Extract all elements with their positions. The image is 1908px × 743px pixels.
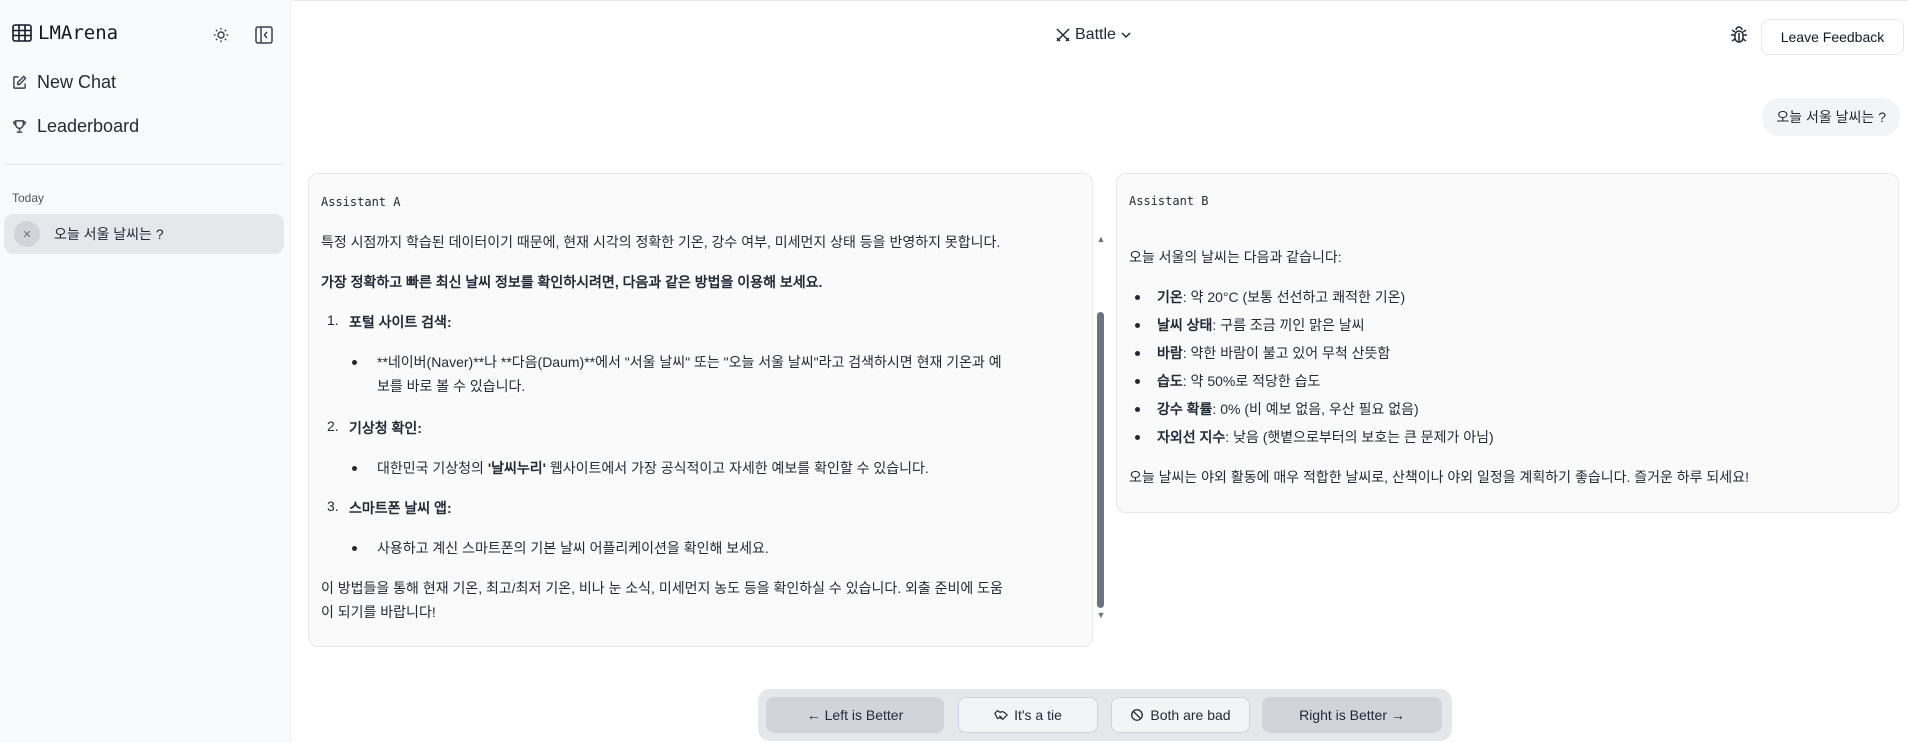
collapse-sidebar-button[interactable] (251, 22, 277, 48)
bullet (352, 546, 357, 551)
assistant-b-card: Assistant B 오늘 서울의 날씨는 다음과 같습니다: 기온: 약 2… (1116, 173, 1899, 513)
app-name: LMArena (38, 22, 119, 44)
chat-history-label: 오늘 서울 날씨는 ? (54, 226, 164, 242)
trophy-icon (13, 120, 26, 133)
vote-bar: ← Left is Better It's a tie Both are bad… (758, 689, 1452, 741)
both-bad-label: Both are bad (1150, 707, 1231, 723)
report-bug-button[interactable] (1729, 25, 1751, 47)
list-item-text: **네이버(Naver)**나 **다음(Daum)**에서 "서울 날씨" 또… (377, 354, 1002, 370)
list-item-title: 포털 사이트 검색: (349, 314, 452, 330)
leave-feedback-button[interactable]: Leave Feedback (1761, 19, 1904, 55)
sidebar-divider (4, 164, 284, 165)
bullet (1135, 323, 1140, 328)
assistant-a-bold-line: 가장 정확하고 빠른 최신 날씨 정보를 확인하시려면, 다음과 같은 방법을 … (321, 274, 823, 290)
sun-icon (213, 27, 229, 43)
list-number: 2. (327, 418, 339, 434)
list-item-title: 스마트폰 날씨 앱: (349, 500, 452, 516)
swords-icon (1056, 28, 1070, 42)
list-item-text: 대한민국 기상청의 '날씨누리' 웹사이트에서 가장 공식적이고 자세한 예보를… (377, 458, 929, 478)
scrollbar-thumb[interactable] (1097, 312, 1104, 608)
assistant-a-outro-cont: 이 되기를 바랍니다! (321, 604, 436, 620)
grid-icon (12, 24, 32, 42)
list-number: 3. (327, 498, 339, 514)
weather-item: 바람: 약한 바람이 불고 있어 무척 산뜻함 (1157, 343, 1390, 363)
assistant-b-label: Assistant B (1129, 194, 1209, 208)
list-item-text: 사용하고 계신 스마트폰의 기본 날씨 어플리케이션을 확인해 보세요. (377, 540, 769, 556)
close-icon[interactable]: ✕ (14, 221, 40, 247)
assistant-b-outro: 오늘 날씨는 야외 활동에 매우 적합한 날씨로, 산책이나 야외 일정을 계획… (1129, 469, 1749, 485)
weather-item: 날씨 상태: 구름 조금 끼인 맑은 날씨 (1157, 315, 1365, 335)
list-item-title: 기상청 확인: (349, 420, 422, 436)
weather-item-key: 자외선 지수 (1157, 429, 1226, 445)
text-segment: 대한민국 기상청의 (377, 460, 488, 476)
theme-toggle-button[interactable] (208, 22, 234, 48)
assistant-a-outro: 이 방법들을 통해 현재 기온, 최고/최저 기온, 비나 눈 소식, 미세먼지… (321, 580, 1003, 596)
weather-item: 자외선 지수: 낮음 (햇볕으로부터의 보호는 큰 문제가 아님) (1157, 427, 1494, 447)
weather-item-value: : 약한 바람이 불고 있어 무척 산뜻함 (1182, 345, 1391, 361)
bullet (1135, 435, 1140, 440)
new-chat-button[interactable]: New Chat (12, 72, 116, 93)
bullet (1135, 295, 1140, 300)
both-bad-button[interactable]: Both are bad (1111, 697, 1250, 733)
left-is-better-button[interactable]: ← Left is Better (766, 697, 944, 733)
assistant-a-intro: 특정 시점까지 학습된 데이터이기 때문에, 현재 시각의 정확한 기온, 강수… (321, 234, 1001, 250)
weather-item: 기온: 약 20°C (보통 선선하고 쾌적한 기온) (1157, 287, 1405, 307)
weather-item: 강수 확률: 0% (비 예보 없음, 우산 필요 없음) (1157, 399, 1419, 419)
list-number: 1. (327, 312, 339, 328)
weather-item-key: 습도 (1157, 373, 1183, 389)
scroll-down-arrow[interactable]: ▼ (1096, 610, 1106, 620)
weather-item-key: 바람 (1157, 345, 1183, 361)
text-segment: 웹사이트에서 가장 공식적이고 자세한 예보를 확인할 수 있습니다. (546, 460, 929, 476)
sidebar-collapse-icon (255, 26, 273, 44)
sidebar: LMArena New Chat Leaderboard Today ✕ 오늘 … (0, 0, 291, 743)
weather-item-value: : 0% (비 예보 없음, 우산 필요 없음) (1212, 401, 1419, 417)
assistant-a-card: Assistant A 특정 시점까지 학습된 데이터이기 때문에, 현재 시각… (308, 173, 1105, 647)
weather-item-value: : 약 20°C (보통 선선하고 쾌적한 기온) (1182, 289, 1406, 305)
assistant-a-label: Assistant A (321, 195, 401, 209)
top-border (292, 0, 1908, 1)
app-logo[interactable]: LMArena (12, 22, 118, 44)
weather-item-key: 강수 확률 (1157, 401, 1213, 417)
chat-history-item[interactable]: ✕ 오늘 서울 날씨는 ? (4, 214, 284, 254)
edit-icon (13, 75, 27, 89)
user-message: 오늘 서울 날씨는 ? (1762, 98, 1900, 136)
assistant-b-intro: 오늘 서울의 날씨는 다음과 같습니다: (1129, 249, 1342, 265)
right-is-better-button[interactable]: Right is Better → (1262, 697, 1442, 733)
bug-icon (1731, 26, 1747, 43)
chevron-down-icon (1121, 32, 1131, 39)
bullet (352, 466, 357, 471)
tie-button[interactable]: It's a tie (958, 697, 1098, 733)
leaderboard-label: Leaderboard (37, 116, 140, 136)
weather-item-key: 날씨 상태 (1157, 317, 1213, 333)
ban-icon (1131, 709, 1144, 721)
list-item-text-cont: 보를 바로 볼 수 있습니다. (377, 378, 526, 394)
mode-selector[interactable]: Battle (1055, 26, 1132, 44)
bullet (1135, 379, 1140, 384)
weather-item-value: : 구름 조금 끼인 맑은 날씨 (1212, 317, 1365, 333)
text-bold-segment: '날씨누리' (487, 460, 547, 476)
handshake-icon (994, 709, 1009, 721)
weather-item-key: 기온 (1157, 289, 1183, 305)
mode-label: Battle (1075, 26, 1116, 43)
bullet (1135, 407, 1140, 412)
leaderboard-link[interactable]: Leaderboard (12, 116, 139, 137)
section-today: Today (12, 191, 45, 205)
bullet (1135, 351, 1140, 356)
bullet (352, 360, 357, 365)
new-chat-label: New Chat (37, 72, 117, 92)
tie-label: It's a tie (1014, 707, 1062, 723)
weather-item-value: : 약 50%로 적당한 습도 (1182, 373, 1321, 389)
weather-item-value: : 낮음 (햇볕으로부터의 보호는 큰 문제가 아님) (1225, 429, 1494, 445)
scroll-up-arrow[interactable]: ▲ (1096, 234, 1106, 244)
weather-item: 습도: 약 50%로 적당한 습도 (1157, 371, 1320, 391)
main-area: Battle Leave Feedback 오늘 서울 날씨는 ? Assist… (292, 0, 1908, 743)
